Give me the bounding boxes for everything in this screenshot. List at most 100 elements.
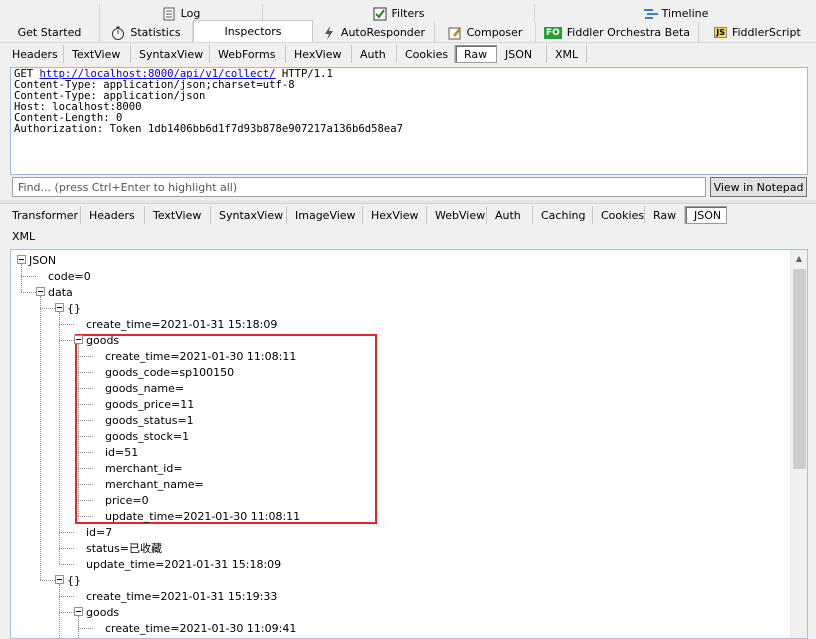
tree-node[interactable]: id=51 [105, 444, 138, 460]
tree-node[interactable]: merchant_name= [105, 476, 204, 492]
tree-node[interactable]: data [48, 284, 73, 300]
tree-connector [78, 436, 93, 437]
tree-node[interactable]: goods_stock=1 [105, 428, 189, 444]
tree-node[interactable]: goods_name= [105, 380, 184, 396]
tab-response-json[interactable]: JSON [685, 206, 727, 224]
tree-node[interactable]: goods_status=1 [105, 412, 194, 428]
tab-autoresponder-label: AutoResponder [340, 26, 426, 39]
tab-response-textview[interactable]: TextView [145, 206, 211, 224]
response-tab-strip-row2: XML [4, 226, 812, 246]
request-tab-strip: Headers TextView SyntaxView WebForms HexView… [4, 44, 812, 64]
tab-filters-label: Filters [391, 7, 425, 20]
tab-fiddlerscript[interactable]: JS FiddlerScript [699, 22, 816, 43]
tab-fiddler-orchestra-label: Fiddler Orchestra Beta [566, 26, 691, 39]
tab-get-started[interactable]: Get Started [0, 22, 100, 43]
scroll-up-arrow-icon[interactable]: ▲ [791, 250, 807, 266]
tree-node[interactable]: create_time=2021-01-30 11:08:11 [105, 348, 296, 364]
request-header-line: Authorization: Token 1db1406bb6d1f7d93b8… [14, 123, 404, 135]
tab-response-imageview[interactable]: ImageView [287, 206, 363, 224]
tree-connector [78, 516, 93, 517]
tab-response-cookies[interactable]: Cookies [593, 206, 645, 224]
tree-guide-line [40, 296, 41, 580]
tab-statistics[interactable]: Statistics [100, 22, 193, 43]
tab-response-webview[interactable]: WebView [427, 206, 487, 224]
tree-node[interactable]: merchant_id= [105, 460, 183, 476]
tree-node[interactable]: {} [67, 572, 81, 588]
tree-node[interactable]: status=已收藏 [86, 540, 162, 556]
tab-request-json[interactable]: JSON [497, 45, 547, 63]
tree-connector [78, 356, 93, 357]
collapse-toggle-icon[interactable] [36, 287, 45, 296]
tab-request-cookies[interactable]: Cookies [397, 45, 455, 63]
tab-response-hexview[interactable]: HexView [363, 206, 427, 224]
json-tree-view[interactable]: ▲ JSON code=0 data{} create_time=2021-01-31… [10, 249, 808, 639]
tab-composer[interactable]: Composer [435, 22, 536, 43]
tree-guide-line [59, 584, 60, 638]
tree-node[interactable]: {} [67, 300, 81, 316]
js-badge-icon: JS [714, 27, 727, 38]
tab-request-hexview[interactable]: HexView [286, 45, 352, 63]
tree-node[interactable]: goods [86, 604, 119, 620]
tab-response-transformer[interactable]: Transformer [4, 206, 81, 224]
tree-connector [78, 420, 93, 421]
collapse-toggle-icon[interactable] [74, 607, 83, 616]
tab-response-caching[interactable]: Caching [533, 206, 593, 224]
fo-badge-icon: FO [543, 26, 562, 39]
tab-request-textview[interactable]: TextView [64, 45, 131, 63]
tab-response-auth[interactable]: Auth [487, 206, 533, 224]
tab-request-xml[interactable]: XML [547, 45, 587, 63]
tab-response-xml[interactable]: XML [4, 227, 43, 245]
tab-timeline[interactable]: Timeline [535, 4, 816, 23]
tree-connector [59, 612, 74, 613]
collapse-toggle-icon[interactable] [55, 303, 64, 312]
tab-inspectors[interactable]: Inspectors [193, 20, 313, 42]
tab-response-raw[interactable]: Raw [645, 206, 685, 224]
tab-get-started-label: Get Started [17, 26, 82, 39]
collapse-toggle-icon[interactable] [74, 335, 83, 344]
tree-node[interactable]: create_time=2021-01-31 15:19:33 [86, 588, 277, 604]
tree-node[interactable]: goods [86, 332, 119, 348]
pane-splitter[interactable] [0, 200, 816, 204]
tree-node[interactable]: code=0 [48, 268, 91, 284]
view-in-notepad-button[interactable]: View in Notepad [710, 177, 807, 197]
tree-guide-line [59, 312, 60, 564]
tree-connector [40, 308, 55, 309]
vertical-scrollbar[interactable]: ▲ [790, 250, 807, 638]
tab-statistics-label: Statistics [130, 26, 181, 39]
collapse-toggle-icon[interactable] [17, 255, 26, 264]
tab-response-headers[interactable]: Headers [81, 206, 145, 224]
main-tab-strip: Get Started Statistics Inspectors AutoRe… [0, 20, 816, 43]
tree-node[interactable]: create_time=2021-01-31 15:18:09 [86, 316, 277, 332]
tree-connector [78, 628, 93, 629]
collapse-toggle-icon[interactable] [55, 575, 64, 584]
top-tab-strip: Log Filters Timeline [0, 4, 816, 23]
tree-node[interactable]: goods_code=sp100150 [105, 364, 234, 380]
tab-autoresponder[interactable]: AutoResponder [313, 22, 435, 43]
tab-request-auth[interactable]: Auth [352, 45, 397, 63]
tab-request-headers[interactable]: Headers [4, 45, 64, 63]
tree-node[interactable]: id=7 [86, 524, 112, 540]
tree-connector [21, 292, 36, 293]
tree-node[interactable]: goods_price=11 [105, 396, 194, 412]
tree-node[interactable]: update_time=2021-01-30 11:08:11 [105, 508, 300, 524]
log-icon [162, 7, 176, 21]
tree-connector [78, 388, 93, 389]
request-raw-text[interactable]: GET http://localhost:8000/api/v1/collect… [10, 67, 808, 175]
find-input[interactable]: Find... (press Ctrl+Enter to highlight a… [12, 177, 706, 197]
tree-node[interactable]: JSON [29, 252, 56, 268]
tab-fiddlerscript-label: FiddlerScript [731, 26, 801, 39]
lightning-icon [322, 25, 336, 40]
tree-connector [40, 580, 55, 581]
tab-timeline-label: Timeline [661, 7, 709, 20]
tab-request-raw[interactable]: Raw [455, 45, 497, 63]
tab-fiddler-orchestra[interactable]: FO Fiddler Orchestra Beta [536, 22, 699, 43]
scrollbar-thumb[interactable] [793, 269, 806, 469]
tree-connector [21, 276, 36, 277]
tree-node[interactable]: price=0 [105, 492, 149, 508]
tab-request-syntaxview[interactable]: SyntaxView [131, 45, 210, 63]
tree-node[interactable]: create_time=2021-01-30 11:09:41 [105, 620, 296, 636]
tree-node[interactable]: update_time=2021-01-31 15:18:09 [86, 556, 281, 572]
tree-guide-line [78, 616, 79, 638]
tab-request-webforms[interactable]: WebForms [210, 45, 286, 63]
tab-response-syntaxview[interactable]: SyntaxView [211, 206, 287, 224]
